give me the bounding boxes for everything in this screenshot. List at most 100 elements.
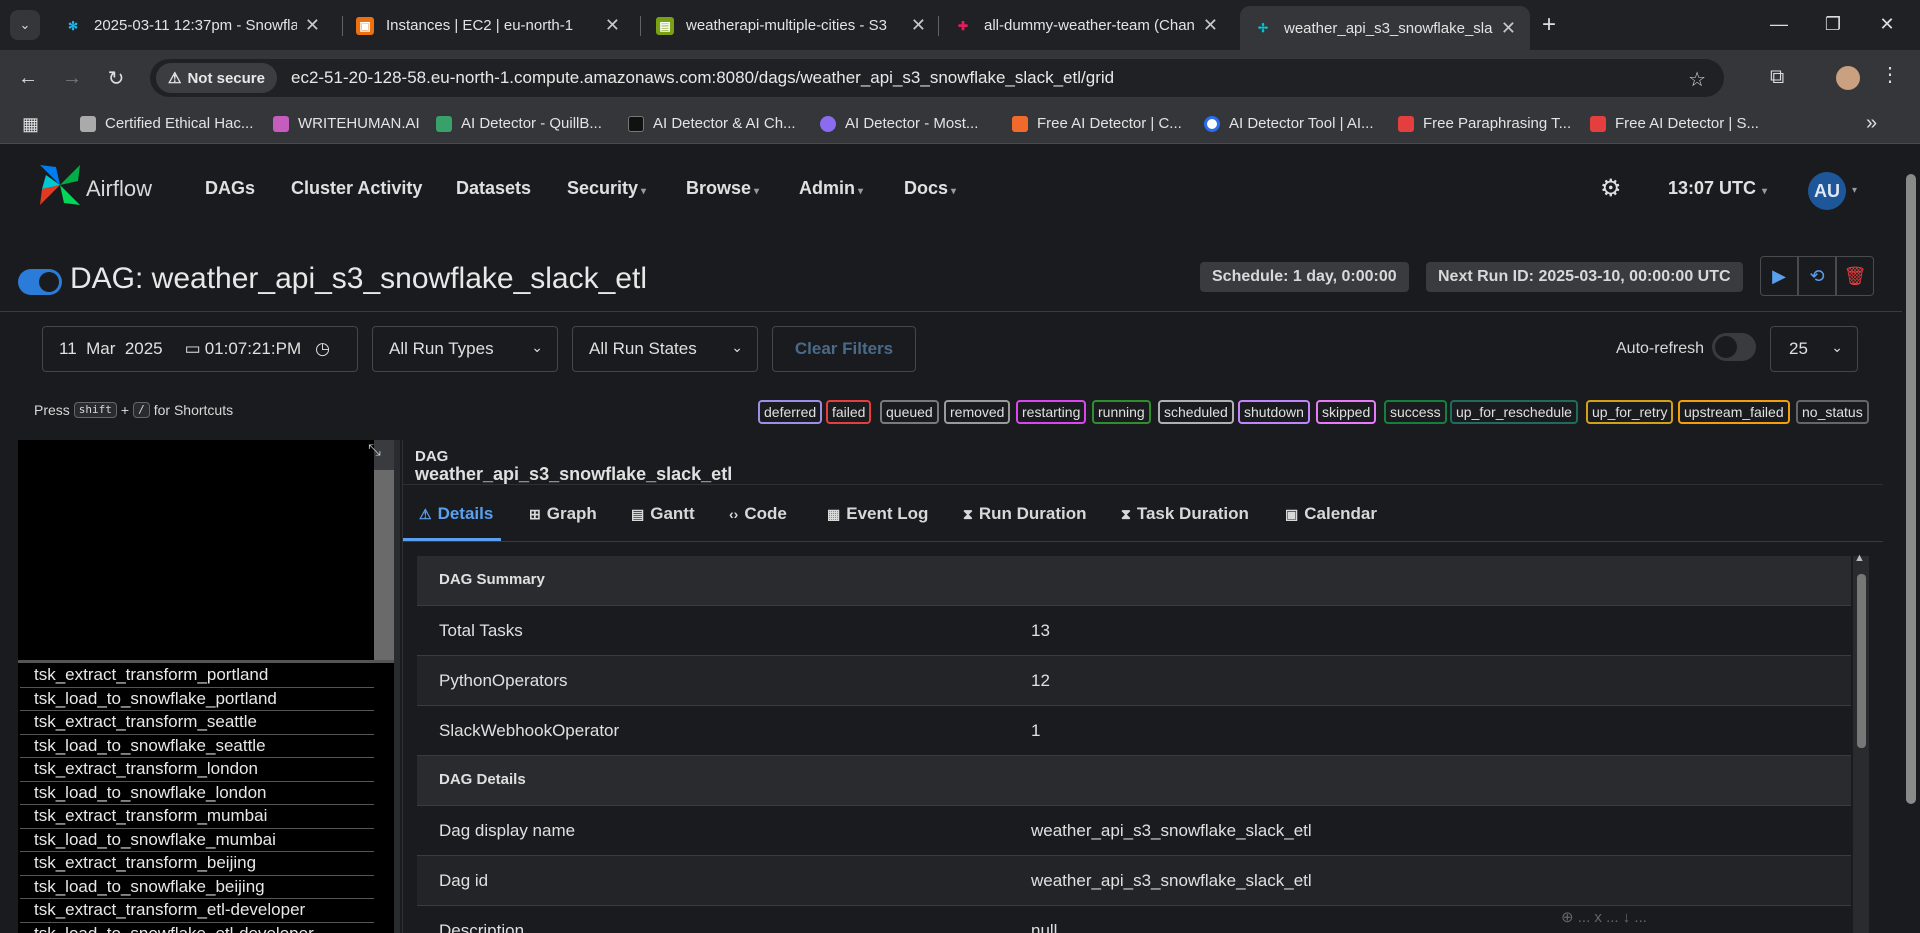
schedule-badge[interactable]: Schedule: 1 day, 0:00:00 [1200,262,1409,292]
address-bar[interactable]: ⚠ Not secure ec2-51-20-128-58.eu-north-1… [150,59,1724,97]
browser-tab-airflow[interactable]: ✢ weather_api_s3_snowflake_slack ✕ [1240,6,1530,50]
nav-admin[interactable]: Admin ▾ [799,178,863,199]
base-date-input[interactable]: 11 Mar 2025 ▭ 01:07:21:PM ◷ [42,326,358,372]
summary-scroll-thumb[interactable] [1857,574,1866,748]
task-row[interactable]: tsk_load_to_snowflake_etl-developer [20,922,374,933]
task-row[interactable]: tsk_load_to_snowflake_mumbai [20,828,374,852]
trigger-dag-button[interactable]: ▶ [1760,256,1798,296]
page-scrollbar[interactable] [1902,152,1920,933]
clock-icon[interactable]: ◷ [315,339,330,359]
airflow-navbar: Airflow DAGs Cluster Activity Datasets S… [0,152,1902,222]
new-tab-icon[interactable]: + [1542,10,1556,40]
legend-badge-shutdown: shutdown [1238,400,1310,424]
gear-icon[interactable]: ⚙ [1600,174,1622,203]
tab-label: Calendar [1304,504,1377,523]
bookmark-item[interactable]: Certified Ethical Hac... [80,115,253,132]
nav-dags[interactable]: DAGs [205,178,255,199]
page-size-select[interactable]: 25 ⌄ [1770,326,1858,372]
refresh-file-icon: ⟲ [1809,265,1825,286]
restore-icon[interactable]: ❐ [1810,8,1856,40]
dag-pause-toggle[interactable] [18,269,62,295]
close-icon[interactable]: ✕ [911,15,926,36]
tab-search-button[interactable]: ⌄ [10,10,40,40]
browser-tab-slack[interactable]: ✚ all-dummy-weather-team (Chan ✕ [940,7,1232,44]
security-indicator[interactable]: ⚠ Not secure [156,63,277,93]
nav-docs[interactable]: Docs ▾ [904,178,956,199]
bookmark-item[interactable]: AI Detector & AI Ch... [628,115,796,132]
tab-graph[interactable]: ⊞ Graph [529,504,597,524]
scroll-up-icon[interactable]: ▲ [1854,552,1865,564]
bookmark-item[interactable]: WRITEHUMAN.AI [273,115,420,132]
close-icon[interactable]: ✕ [1203,15,1218,36]
reparse-dag-button[interactable]: ⟲ [1798,256,1836,296]
bookmark-item[interactable]: AI Detector - Most... [820,115,978,132]
bookmark-item[interactable]: AI Detector - QuillB... [436,115,602,132]
tab-code[interactable]: ‹› Code [729,504,787,524]
close-icon[interactable]: ✕ [305,15,320,36]
bookmark-item[interactable]: AI Detector Tool | AI... [1204,115,1374,132]
task-row[interactable]: tsk_extract_transform_beijing [20,852,374,876]
close-icon[interactable]: ✕ [605,15,620,36]
close-icon[interactable]: ✕ [1501,18,1516,39]
url-text[interactable]: ec2-51-20-128-58.eu-north-1.compute.amaz… [291,68,1114,88]
play-icon: ▶ [1772,265,1786,286]
timezone-menu[interactable]: 13:07 UTC ▾ [1668,178,1767,199]
browser-tab-ec2[interactable]: ▣ Instances | EC2 | eu-north-1 ✕ [342,7,634,44]
tab-run-duration[interactable]: ⧗ Run Duration [963,504,1086,524]
menu-kebab-icon[interactable]: ⋮ [1880,62,1900,87]
task-row[interactable]: tsk_extract_transform_portland [20,664,374,688]
bookmark-item[interactable]: Free AI Detector | S... [1590,115,1759,132]
bookmark-item[interactable]: Free AI Detector | C... [1012,115,1182,132]
task-row[interactable]: tsk_load_to_snowflake_london [20,781,374,805]
collapse-icon[interactable]: ⤡ [368,442,381,460]
delete-dag-button[interactable]: 🗑 [1836,256,1874,296]
tab-gantt[interactable]: ▤ Gantt [631,504,695,524]
task-row[interactable]: tsk_extract_transform_seattle [20,711,374,735]
page-scroll-thumb[interactable] [1906,174,1916,804]
bookmark-star-icon[interactable]: ☆ [1688,67,1706,92]
user-avatar[interactable]: AU [1808,172,1846,210]
nav-cluster-activity[interactable]: Cluster Activity [291,178,422,199]
minimize-icon[interactable]: — [1756,8,1802,40]
bookmark-label: Free AI Detector | S... [1615,115,1759,132]
task-row[interactable]: tsk_load_to_snowflake_seattle [20,734,374,758]
task-row[interactable]: tsk_extract_transform_mumbai [20,805,374,829]
more-bookmarks-icon[interactable]: » [1866,112,1877,135]
airflow-page: Airflow DAGs Cluster Activity Datasets S… [0,152,1902,933]
tab-details[interactable]: ⚠ Details [419,504,493,524]
run-states-select[interactable]: All Run States ⌄ [572,326,758,372]
grid-scroll-thumb[interactable] [374,470,394,660]
apps-grid-icon[interactable]: ▦ [22,114,39,135]
run-types-select[interactable]: All Run Types ⌄ [372,326,558,372]
bookmark-item[interactable]: Free Paraphrasing T... [1398,115,1571,132]
brand-name[interactable]: Airflow [86,176,152,202]
nav-datasets[interactable]: Datasets [456,178,531,199]
nav-browse[interactable]: Browse ▾ [686,178,759,199]
task-row[interactable]: tsk_extract_transform_etl-developer [20,899,374,923]
details-dag-name[interactable]: weather_api_s3_snowflake_slack_etl [415,464,732,485]
window-close-icon[interactable]: ✕ [1864,8,1910,40]
task-row[interactable]: tsk_load_to_snowflake_portland [20,687,374,711]
tab-calendar[interactable]: ▣ Calendar [1285,504,1377,524]
reload-icon[interactable]: ↻ [102,64,130,92]
page-size-value: 25 [1789,339,1808,358]
clear-filters-button[interactable]: Clear Filters [772,326,916,372]
nav-security[interactable]: Security ▾ [567,178,646,199]
back-icon[interactable]: ← [14,64,42,92]
extensions-icon[interactable]: ⧉ [1770,66,1784,89]
tab-event-log[interactable]: ▦ Event Log [827,504,928,524]
panel-resize-handle[interactable] [394,440,400,933]
caret-down-icon[interactable]: ▾ [1852,185,1857,196]
profile-avatar[interactable] [1836,66,1860,90]
airflow-logo-icon[interactable] [36,161,84,209]
calendar-icon[interactable]: ▭ [185,339,201,359]
forward-icon[interactable]: → [58,64,86,92]
browser-tab-snowflake[interactable]: ✻ 2025-03-11 12:37pm - Snowflak ✕ [50,7,334,44]
browser-tab-s3[interactable]: ▤ weatherapi-multiple-cities - S3 ✕ [642,7,940,44]
shortcuts-press: Press [34,402,70,418]
section-title: DAG Summary [439,571,545,588]
task-row[interactable]: tsk_extract_transform_london [20,758,374,782]
task-row[interactable]: tsk_load_to_snowflake_beijing [20,875,374,899]
auto-refresh-switch[interactable] [1712,333,1756,361]
tab-task-duration[interactable]: ⧗ Task Duration [1121,504,1249,524]
